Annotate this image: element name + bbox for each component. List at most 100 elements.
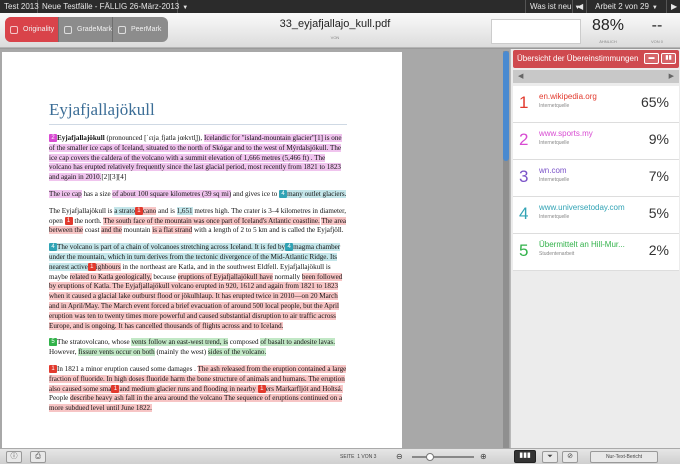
match-number: 5 [519,241,529,260]
match-source: www.universetoday.com [539,203,625,212]
prev-paper-button[interactable]: ◀ [573,0,587,13]
bar-chart-icon[interactable]: ▮▮▮ [514,450,536,463]
paper-position-dropdown[interactable]: Arbeit 2 von 29 ▼ [587,0,667,13]
page-label: SEITE [340,454,355,460]
match-percent: 5% [648,205,669,221]
match-row[interactable]: 2 www.sports.my Internetquelle 9% [513,123,679,160]
tab-originality[interactable]: Originality [5,17,59,42]
match-number: 2 [519,130,529,149]
match-percent: 9% [648,131,669,147]
highlighted-text[interactable]: sides of the volcano. [207,348,267,357]
match-marker[interactable]: 2 [49,134,57,142]
highlighted-text[interactable]: vents follow an east-west trend, is [131,338,228,347]
highlighted-text[interactable]: eruptions of Eyjafjallajökull have [177,272,273,281]
match-row[interactable]: 1 en.wikipedia.org Internetquelle 65% [513,86,679,123]
list-view-icon[interactable]: ▬ [644,53,659,64]
document-paragraph: The ice cap has a size of about 100 squa… [49,189,347,200]
highlighted-text[interactable]: fissure vents occur on both [78,348,155,357]
match-number: 4 [519,204,529,223]
zoom-slider-knob[interactable] [426,453,434,461]
match-number: 3 [519,167,529,186]
exclude-icon[interactable]: ⊘ [562,451,578,463]
zoom-out-icon[interactable]: ⊖ [396,449,403,464]
match-marker[interactable]: 4 [279,189,288,198]
chevron-left-icon[interactable]: ◀ [518,70,523,83]
similarity-score[interactable]: 88% [583,17,633,35]
text-segment: normally [272,272,302,281]
highlighted-text[interactable]: and the [101,226,122,235]
match-row[interactable]: 5 Übermittelt an Hill-Mur... Studentenarbe… [513,234,679,271]
zoom-in-icon[interactable]: ⊕ [480,449,487,464]
match-nav: ◀ ▶ [513,70,679,83]
document-paragraph: 4 The volcano is part of a chain of volca… [49,243,347,331]
match-marker[interactable]: 1 [49,364,57,373]
document-title: 33_eyjafjallajo_kull.pdf [279,18,391,30]
chevron-right-icon[interactable]: ▶ [669,70,674,83]
document-scrollbar[interactable] [503,51,509,448]
assignment-dropdown[interactable]: Neue Testfälle - FÄLLIG 26-März-2013 ▼ [38,0,188,13]
text-only-report-button[interactable]: Nur-Text-Bericht [590,451,658,463]
match-marker[interactable]: 1 [64,216,73,225]
highlighted-text[interactable]: been followed by eruptions of Katla. The… [49,272,343,330]
match-marker[interactable]: 4 [49,243,57,252]
highlighted-text[interactable]: is a flat strand [152,226,193,235]
document-paragraph: The Eyjafjallajökull is a strato 1 cano an… [49,206,347,236]
grade-score[interactable]: -- [638,17,676,35]
match-row[interactable]: 3 wn.com Internetquelle 7% [513,160,679,197]
highlighted-text[interactable]: related to Katla geologically, [69,272,152,281]
assignment-label: Neue Testfälle - FÄLLIG 26-März-2013 [42,2,180,11]
bar-chart-icon[interactable]: ▮▮ [661,53,676,64]
tab-grademark[interactable]: GradeMark [59,17,113,42]
highlighted-text[interactable]: 1,651 [176,206,193,215]
highlighted-text[interactable]: a strato [114,206,135,215]
document-paragraphs: 2 Eyjafjallajökull (pronounced [ˈɛɪjaˌfja… [49,134,347,414]
scrollbar-thumb[interactable] [503,51,509,161]
grademark-icon [64,26,72,34]
text-segment: The Eyjafjallajökull is [49,206,115,215]
whats-new-label: Was ist neu [530,2,572,11]
zoom-slider[interactable] [412,453,474,461]
highlighted-text[interactable]: many outlet glaciers. [287,189,347,198]
match-marker[interactable]: 4 [285,243,294,252]
text-segment: coast [83,226,102,235]
text-segment: has a size [81,189,113,198]
info-box [491,19,581,44]
highlighted-text[interactable]: The ice cap [49,189,82,198]
tab-peermark[interactable]: PeerMark [113,17,168,42]
text-segment: composed [228,338,261,347]
similarity-label: ÄHNLICH [599,39,617,44]
text-segment: In 1821 a minor eruption caused some dam… [57,364,198,373]
highlighted-text[interactable]: ighbours [95,262,121,271]
match-type: Internetquelle [539,177,570,183]
next-paper-button[interactable]: ▶ [667,0,680,13]
highlighted-text[interactable]: The volcano is part of a chain of volcan… [57,243,286,252]
whats-new-button[interactable]: Was ist neu ▼ [525,0,580,13]
text-segment: mountain [121,226,153,235]
match-row[interactable]: 4 www.universetoday.com Internetquelle 5% [513,197,679,234]
match-source: Übermittelt an Hill-Mur... [539,240,625,249]
class-dropdown[interactable]: Test 2013 [0,0,39,13]
highlighted-text[interactable]: of about 100 square kilometres (39 sq mi… [112,189,232,198]
view-toggle: ▬ ▮▮ [644,53,676,64]
match-marker[interactable]: 1 [257,384,266,393]
match-percent: 7% [648,168,669,184]
match-source: en.wikipedia.org [539,92,597,101]
highlighted-text[interactable]: describe heavy ash fall in the area arou… [49,394,343,413]
print-icon[interactable]: ⎙ [30,451,46,463]
match-marker[interactable]: 1 [87,262,96,271]
filter-icon[interactable]: ⏷ [542,451,558,463]
highlighted-text[interactable]: cano [142,206,157,215]
info-icon[interactable]: ⓘ [6,451,22,463]
highlighted-text[interactable]: ers Markarfljót and Holtsá. [265,384,343,393]
text-only-report-label: Nur-Text-Bericht [605,454,643,460]
match-marker[interactable]: 5 [49,338,57,347]
highlighted-text[interactable]: The south face of the mountain was once … [103,216,320,225]
highlighted-text[interactable]: of basalt to andesite lavas. [260,338,335,347]
caret-down-icon: ▼ [651,5,658,11]
grade-label: VON 0 [650,39,663,44]
text-segment: the north. [72,216,104,225]
highlighted-text[interactable]: and medium glacier runs and flooding in … [119,384,258,393]
match-marker[interactable]: 1 [134,206,143,215]
document-subtitle: VON [330,35,340,40]
chevron-right-icon: ▶ [671,2,678,11]
